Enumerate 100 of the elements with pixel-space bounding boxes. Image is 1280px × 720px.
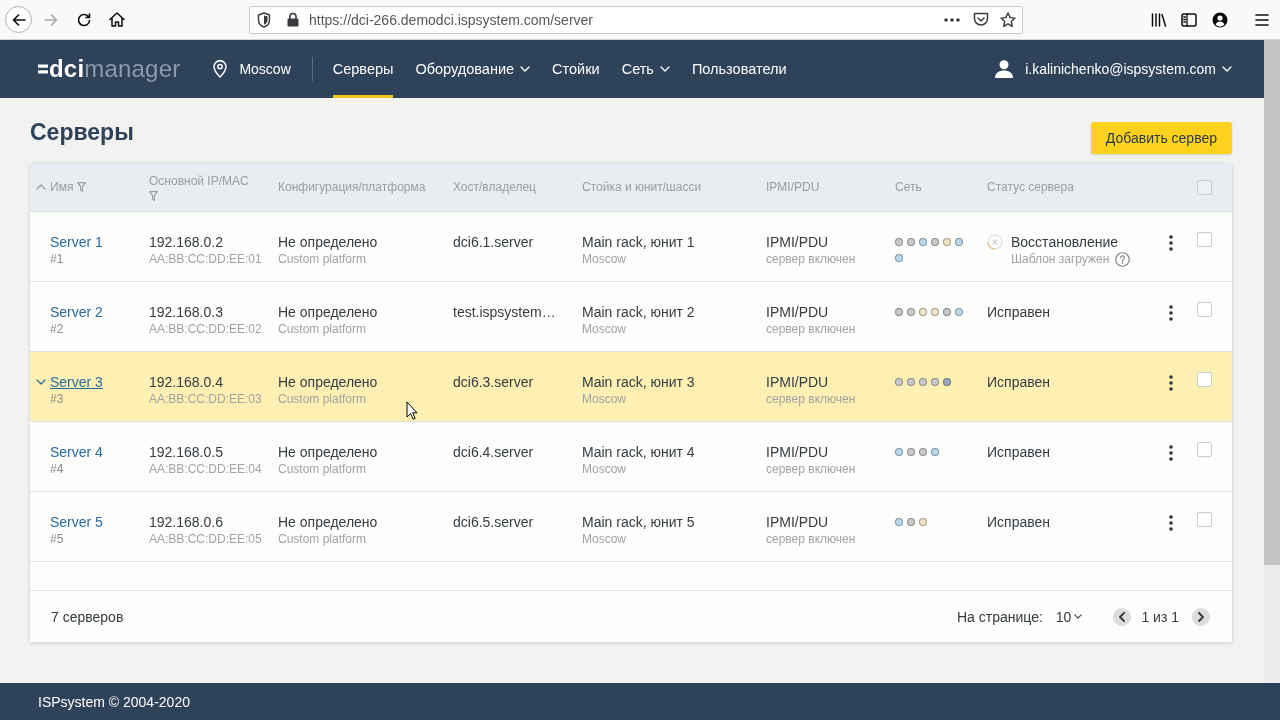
server-status: Исправен (987, 513, 1050, 531)
server-count: 7 серверов (51, 608, 124, 625)
bookmark-star-icon[interactable] (1000, 11, 1016, 28)
logo-icon (38, 63, 48, 75)
ip-address: 192.168.0.4 (149, 373, 223, 391)
host-name: dci6.5.server (453, 513, 534, 531)
ip-address: 192.168.0.2 (149, 233, 223, 251)
server-id: #5 (50, 531, 64, 548)
copyright-text: ISPsystem © 2004-2020 (38, 693, 190, 710)
sidebar-icon[interactable] (1181, 12, 1197, 27)
select-all-checkbox[interactable] (1197, 179, 1212, 195)
server-link[interactable]: Server 4 (50, 443, 103, 461)
server-link[interactable]: Server 1 (50, 233, 103, 251)
rack-unit: Main rack, юнит 5 (582, 513, 695, 531)
configuration-text: Не определено (278, 513, 378, 531)
rack-unit: Main rack, юнит 1 (582, 233, 695, 251)
platform-text: Custom platform (278, 321, 367, 338)
more-icon[interactable] (944, 17, 960, 22)
row-checkbox[interactable] (1197, 232, 1212, 247)
account-icon[interactable] (1212, 11, 1228, 28)
ipmi-label: IPMI/PDU (766, 373, 829, 391)
power-state: сервер включен (766, 531, 856, 548)
rack-unit: Main rack, юнит 4 (582, 443, 695, 461)
host-name: dci6.4.server (453, 443, 534, 461)
reload-icon[interactable] (77, 12, 91, 27)
server-link[interactable]: Server 2 (50, 303, 103, 321)
nav-item[interactable]: Пользователи (691, 40, 787, 98)
chevron-down-icon (1222, 66, 1232, 72)
rack-location: Moscow (582, 251, 626, 268)
nav-item[interactable]: Оборудование (415, 40, 531, 98)
lock-icon[interactable] (287, 12, 299, 27)
next-page-button[interactable] (1192, 607, 1210, 626)
ip-address: 192.168.0.6 (149, 513, 223, 531)
menu-icon[interactable] (1255, 13, 1269, 26)
user-menu[interactable]: i.kalinichenko@ispsystem.com (995, 60, 1232, 78)
url-text[interactable]: https://dci-266.demodci.ispsystem.com/server (309, 11, 593, 28)
nav-item[interactable]: Стойки (552, 40, 600, 98)
ipmi-label: IPMI/PDU (766, 303, 829, 321)
logo: dcimanager (49, 55, 181, 83)
rack-location: Moscow (582, 531, 626, 548)
host-name: test.ispsystem… (453, 303, 556, 321)
configuration-text: Не определено (278, 443, 378, 461)
mac-address: AA:BB:CC:DD:EE:03 (149, 391, 262, 408)
power-state: сервер включен (766, 251, 856, 268)
more-vertical-icon[interactable] (1169, 375, 1173, 391)
more-vertical-icon[interactable] (1169, 445, 1173, 461)
table-row[interactable]: Server 2 #2 192.168.0.3 AA:BB:CC:DD:EE:02 Не определено Custom platform test.ispsystem… Main rack, юнит 2 Moscow IPMI/PDU сервер включен Исправен (30, 282, 1232, 352)
previous-page-button[interactable] (1113, 607, 1132, 626)
server-link[interactable]: Server 5 (50, 513, 103, 531)
back-button[interactable] (5, 6, 32, 33)
nav-item[interactable]: Серверы (332, 40, 394, 98)
chevron-down-icon (1074, 614, 1083, 619)
scrollbar-thumb[interactable] (1264, 40, 1280, 565)
row-checkbox[interactable] (1197, 442, 1212, 457)
table-row[interactable]: Server 5 #5 192.168.0.6 AA:BB:CC:DD:EE:05 Не определено Custom platform dci6.5.server Main rack, юнит 5 Moscow IPMI/PDU сервер включен Исправен (30, 492, 1232, 562)
page-title: Серверы (30, 119, 134, 145)
server-link[interactable]: Server 3 (50, 373, 103, 391)
more-vertical-icon[interactable] (1169, 305, 1173, 321)
row-checkbox[interactable] (1197, 512, 1212, 527)
location-selector[interactable]: Moscow (213, 60, 291, 78)
mac-address: AA:BB:CC:DD:EE:01 (149, 251, 262, 268)
add-server-button[interactable]: Добавить сервер (1090, 122, 1232, 154)
chevron-down-icon[interactable] (36, 379, 46, 385)
rack-location: Moscow (582, 461, 626, 478)
home-icon[interactable] (109, 12, 125, 27)
more-vertical-icon[interactable] (1169, 515, 1173, 531)
power-state: сервер включен (766, 321, 856, 338)
server-id: #1 (50, 251, 64, 268)
arrow-left-icon (11, 13, 26, 26)
row-checkbox[interactable] (1197, 372, 1212, 387)
per-page-select[interactable]: 10 (1055, 608, 1083, 625)
pocket-icon[interactable] (973, 12, 989, 27)
mouse-pointer-icon (406, 401, 418, 420)
help-icon[interactable] (1115, 252, 1131, 267)
table-row[interactable]: Server 4 #4 192.168.0.5 AA:BB:CC:DD:EE:04 Не определено Custom platform dci6.4.server Main rack, юнит 4 Moscow IPMI/PDU сервер включен Исправен (30, 422, 1232, 492)
per-page-label: На странице: (956, 608, 1043, 625)
user-icon (995, 60, 1014, 78)
rack-unit: Main rack, юнит 2 (582, 303, 695, 321)
scrollbar[interactable] (1264, 40, 1280, 683)
mac-address: AA:BB:CC:DD:EE:02 (149, 321, 262, 338)
server-id: #4 (50, 461, 64, 478)
server-id: #2 (50, 321, 64, 338)
ip-address: 192.168.0.5 (149, 443, 223, 461)
ipmi-label: IPMI/PDU (766, 513, 829, 531)
status-detail: Шаблон загружен (1011, 251, 1110, 268)
power-state: сервер включен (766, 461, 856, 478)
ip-address: 192.168.0.3 (149, 303, 223, 321)
mac-address: AA:BB:CC:DD:EE:04 (149, 461, 262, 478)
library-icon[interactable] (1151, 12, 1167, 27)
configuration-text: Не определено (278, 373, 378, 391)
table-row[interactable]: Server 1 #1 192.168.0.2 AA:BB:CC:DD:EE:01 Не определено Custom platform dci6.1.server Main rack, юнит 1 Moscow IPMI/PDU сервер включен Восстановление Шаблон загружен (30, 212, 1232, 282)
configuration-text: Не определено (278, 303, 378, 321)
platform-text: Custom platform (278, 251, 367, 268)
more-vertical-icon[interactable] (1169, 235, 1173, 251)
table-row[interactable]: Server 3 #3 192.168.0.4 AA:BB:CC:DD:EE:03 Не определено Custom platform dci6.3.server Main rack, юнит 3 Moscow IPMI/PDU сервер включен Исправен (30, 352, 1232, 422)
address-bar[interactable]: https://dci-266.demodci.ispsystem.com/server (249, 5, 1023, 34)
server-id: #3 (50, 391, 64, 408)
nav-item[interactable]: Сеть (621, 40, 670, 98)
row-checkbox[interactable] (1197, 302, 1212, 317)
shield-icon[interactable] (257, 11, 271, 28)
